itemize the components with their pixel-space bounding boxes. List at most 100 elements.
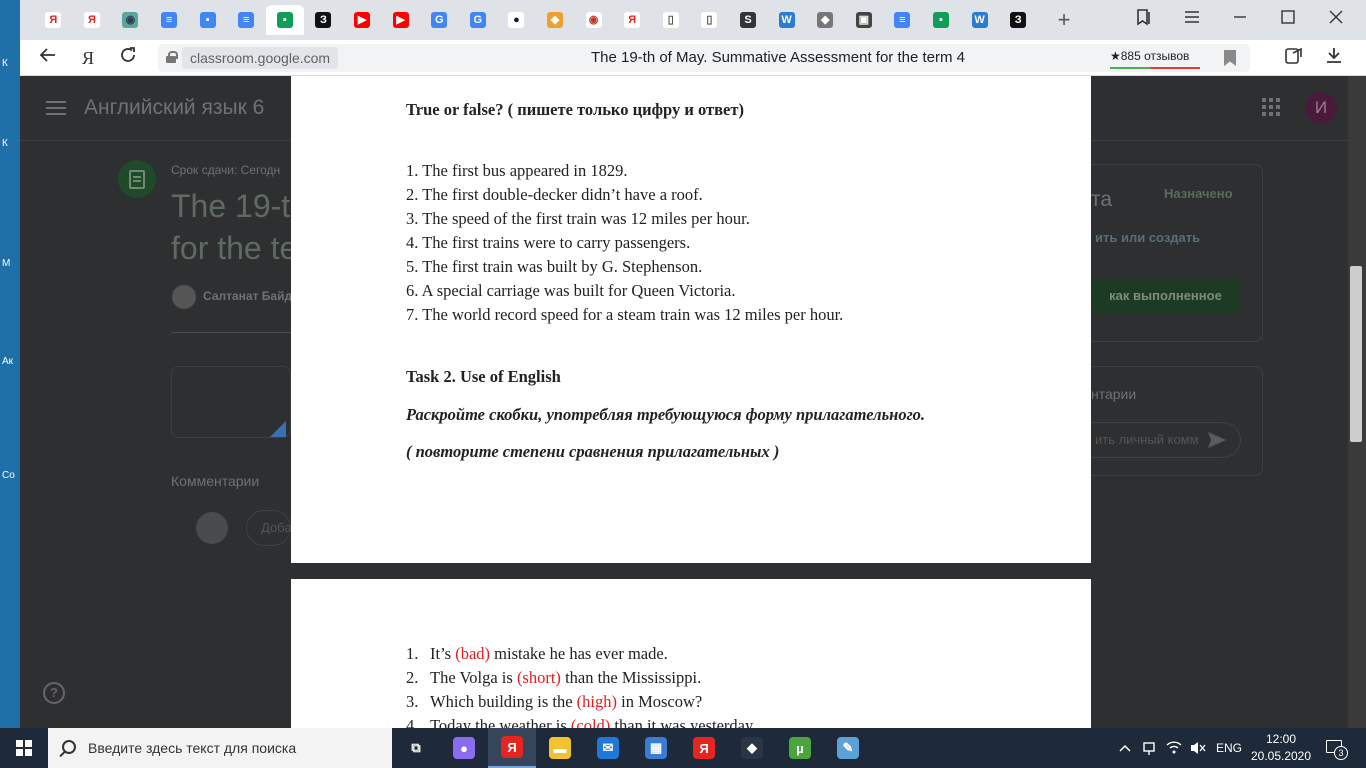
browser-tab[interactable]: ▶ bbox=[343, 5, 382, 35]
account-avatar[interactable]: И bbox=[1305, 92, 1337, 124]
browser-tab[interactable]: Я bbox=[73, 5, 112, 35]
volume-muted-icon[interactable] bbox=[1190, 728, 1206, 768]
browser-tab[interactable]: ● bbox=[497, 5, 536, 35]
taskbar-app[interactable]: ⧉ bbox=[392, 728, 440, 768]
add-or-create-button[interactable]: ить или создать bbox=[1095, 230, 1200, 245]
author-avatar bbox=[172, 285, 196, 309]
exercise-number: 3. bbox=[406, 692, 419, 711]
exercise-item: 4. Today the weather is (cold) than it wa… bbox=[406, 714, 756, 728]
maximize-icon[interactable] bbox=[1276, 8, 1300, 32]
taskbar-app[interactable]: Я bbox=[488, 728, 536, 768]
help-icon[interactable]: ? bbox=[43, 682, 65, 704]
paint-icon: ✎ bbox=[837, 737, 859, 759]
minimize-icon[interactable] bbox=[1228, 8, 1252, 32]
scrollbar-thumb[interactable] bbox=[1350, 266, 1362, 442]
url-domain[interactable]: classroom.google.com bbox=[182, 47, 339, 69]
exercise-text: than the Mississippi. bbox=[560, 668, 702, 687]
new-tab-button[interactable]: + bbox=[1052, 8, 1076, 32]
file-icon: ▯ bbox=[662, 12, 679, 28]
taskbar-app[interactable]: Я bbox=[680, 728, 728, 768]
attachment-card[interactable] bbox=[171, 366, 291, 438]
browser-tab[interactable]: ≡ bbox=[150, 5, 189, 35]
browser-tab[interactable]: ▯ bbox=[690, 5, 729, 35]
google-docs-icon: ≡ bbox=[238, 12, 255, 28]
send-icon[interactable] bbox=[1208, 432, 1226, 453]
taskbar-app[interactable]: ● bbox=[440, 728, 488, 768]
address-bar[interactable]: classroom.google.com The 19-th of May. S… bbox=[158, 44, 1250, 72]
network-cable-icon[interactable] bbox=[1142, 728, 1158, 768]
yandex-browser-icon: Я bbox=[501, 736, 523, 758]
language-indicator[interactable]: ENG bbox=[1216, 728, 1242, 768]
browser-tab[interactable]: ▶ bbox=[381, 5, 420, 35]
wifi-icon[interactable] bbox=[1166, 728, 1182, 768]
bookmarks-icon[interactable] bbox=[1132, 8, 1156, 32]
site-reviews-badge[interactable]: ★885 отзывов bbox=[1110, 46, 1200, 70]
browser-tab[interactable]: S bbox=[729, 5, 768, 35]
browser-tab[interactable]: G bbox=[459, 5, 498, 35]
taskbar-app[interactable]: ▬ bbox=[536, 728, 584, 768]
s-letter-icon: S bbox=[739, 12, 756, 28]
bookmark-icon[interactable] bbox=[1224, 50, 1236, 66]
browser-tab[interactable]: ≡ bbox=[883, 5, 922, 35]
hamburger-icon[interactable] bbox=[46, 100, 66, 121]
browser-tab[interactable]: W bbox=[960, 5, 999, 35]
course-title[interactable]: Английский язык 6 bbox=[84, 96, 264, 120]
taskbar: Введите здесь текст для поиска ⧉ ● Я ▬ ✉ ▦ Я ◆ µ… bbox=[0, 728, 1366, 768]
znanija-icon: З bbox=[1010, 12, 1027, 28]
google-docs-icon: ≡ bbox=[161, 12, 178, 28]
browser-tab[interactable]: Я bbox=[613, 5, 652, 35]
system-clock[interactable]: 12:00 20.05.2020 bbox=[1246, 731, 1316, 765]
word-doc-icon: W bbox=[971, 12, 988, 28]
screen: К К М Ак Со Я Я ◉ ≡ ▪ ≡ ▪ З ▶ ▶ G G ● ◆ ◉ Я ▯ ▯ S W ◆ ▣ ≡ ▪ W З + bbox=[0, 0, 1366, 768]
reload-icon[interactable] bbox=[116, 46, 140, 70]
notification-center[interactable]: 3 bbox=[1324, 738, 1348, 760]
browser-tab[interactable]: ▪ bbox=[265, 5, 305, 35]
start-button[interactable] bbox=[0, 728, 48, 768]
browser-tab[interactable]: ▣ bbox=[844, 5, 883, 35]
yandex-home-icon[interactable]: Я bbox=[76, 46, 100, 70]
protect-icon[interactable] bbox=[1282, 46, 1306, 70]
puzzle-icon: ◆ bbox=[547, 12, 564, 28]
class-comment-input[interactable]: Доба bbox=[246, 510, 292, 546]
chevron-up-icon[interactable] bbox=[1118, 728, 1132, 768]
clock-date: 20.05.2020 bbox=[1250, 749, 1312, 763]
browser-tab[interactable]: ▪ bbox=[188, 5, 227, 35]
browser-tab[interactable]: ▯ bbox=[652, 5, 691, 35]
taskbar-app[interactable]: ✉ bbox=[584, 728, 632, 768]
desktop-label: К bbox=[2, 58, 8, 69]
taskbar-app[interactable]: ▦ bbox=[632, 728, 680, 768]
taskbar-app[interactable]: ◆ bbox=[728, 728, 776, 768]
clock-time: 12:00 bbox=[1265, 732, 1297, 746]
browser-tab[interactable]: ◆ bbox=[536, 5, 575, 35]
apps-grid-icon[interactable] bbox=[1262, 98, 1280, 121]
mail-icon: ✉ bbox=[597, 737, 619, 759]
mark-done-button[interactable]: как выполненное bbox=[1091, 279, 1240, 313]
search-icon bbox=[62, 740, 76, 754]
browser-tab[interactable]: ▪ bbox=[922, 5, 961, 35]
browser-tab[interactable]: ≡ bbox=[227, 5, 266, 35]
browser-tab[interactable]: Я bbox=[34, 5, 73, 35]
exercise-item: 1. It’s (bad) mistake he has ever made. bbox=[406, 642, 668, 666]
download-icon[interactable] bbox=[1322, 46, 1346, 70]
yandex-icon: Я bbox=[83, 12, 100, 28]
browser-tab[interactable]: ◆ bbox=[806, 5, 845, 35]
close-icon[interactable] bbox=[1324, 8, 1348, 32]
shield-icon: ◉ bbox=[585, 12, 602, 28]
youtube-icon: ▶ bbox=[392, 12, 409, 28]
browser-tab[interactable]: З bbox=[999, 5, 1038, 35]
menu-icon[interactable] bbox=[1180, 8, 1204, 32]
windows-icon bbox=[16, 740, 32, 756]
taskbar-app[interactable]: ✎ bbox=[824, 728, 872, 768]
taskbar-search[interactable]: Введите здесь текст для поиска bbox=[48, 728, 392, 768]
back-arrow-icon[interactable] bbox=[36, 46, 60, 70]
task2-instruction: Раскройте скобки, употребляя требующуюся… bbox=[406, 405, 926, 424]
browser-tab[interactable]: З bbox=[304, 5, 343, 35]
private-comments-title: нтарии bbox=[1091, 386, 1137, 402]
browser-tab[interactable]: ◉ bbox=[111, 5, 150, 35]
znanija-icon: З bbox=[315, 12, 332, 28]
taskbar-app[interactable]: µ bbox=[776, 728, 824, 768]
browser-tab[interactable]: W bbox=[767, 5, 806, 35]
browser-tab[interactable]: ◉ bbox=[574, 5, 613, 35]
desktop-edge: К К М Ак Со bbox=[0, 0, 20, 728]
browser-tab[interactable]: G bbox=[420, 5, 459, 35]
